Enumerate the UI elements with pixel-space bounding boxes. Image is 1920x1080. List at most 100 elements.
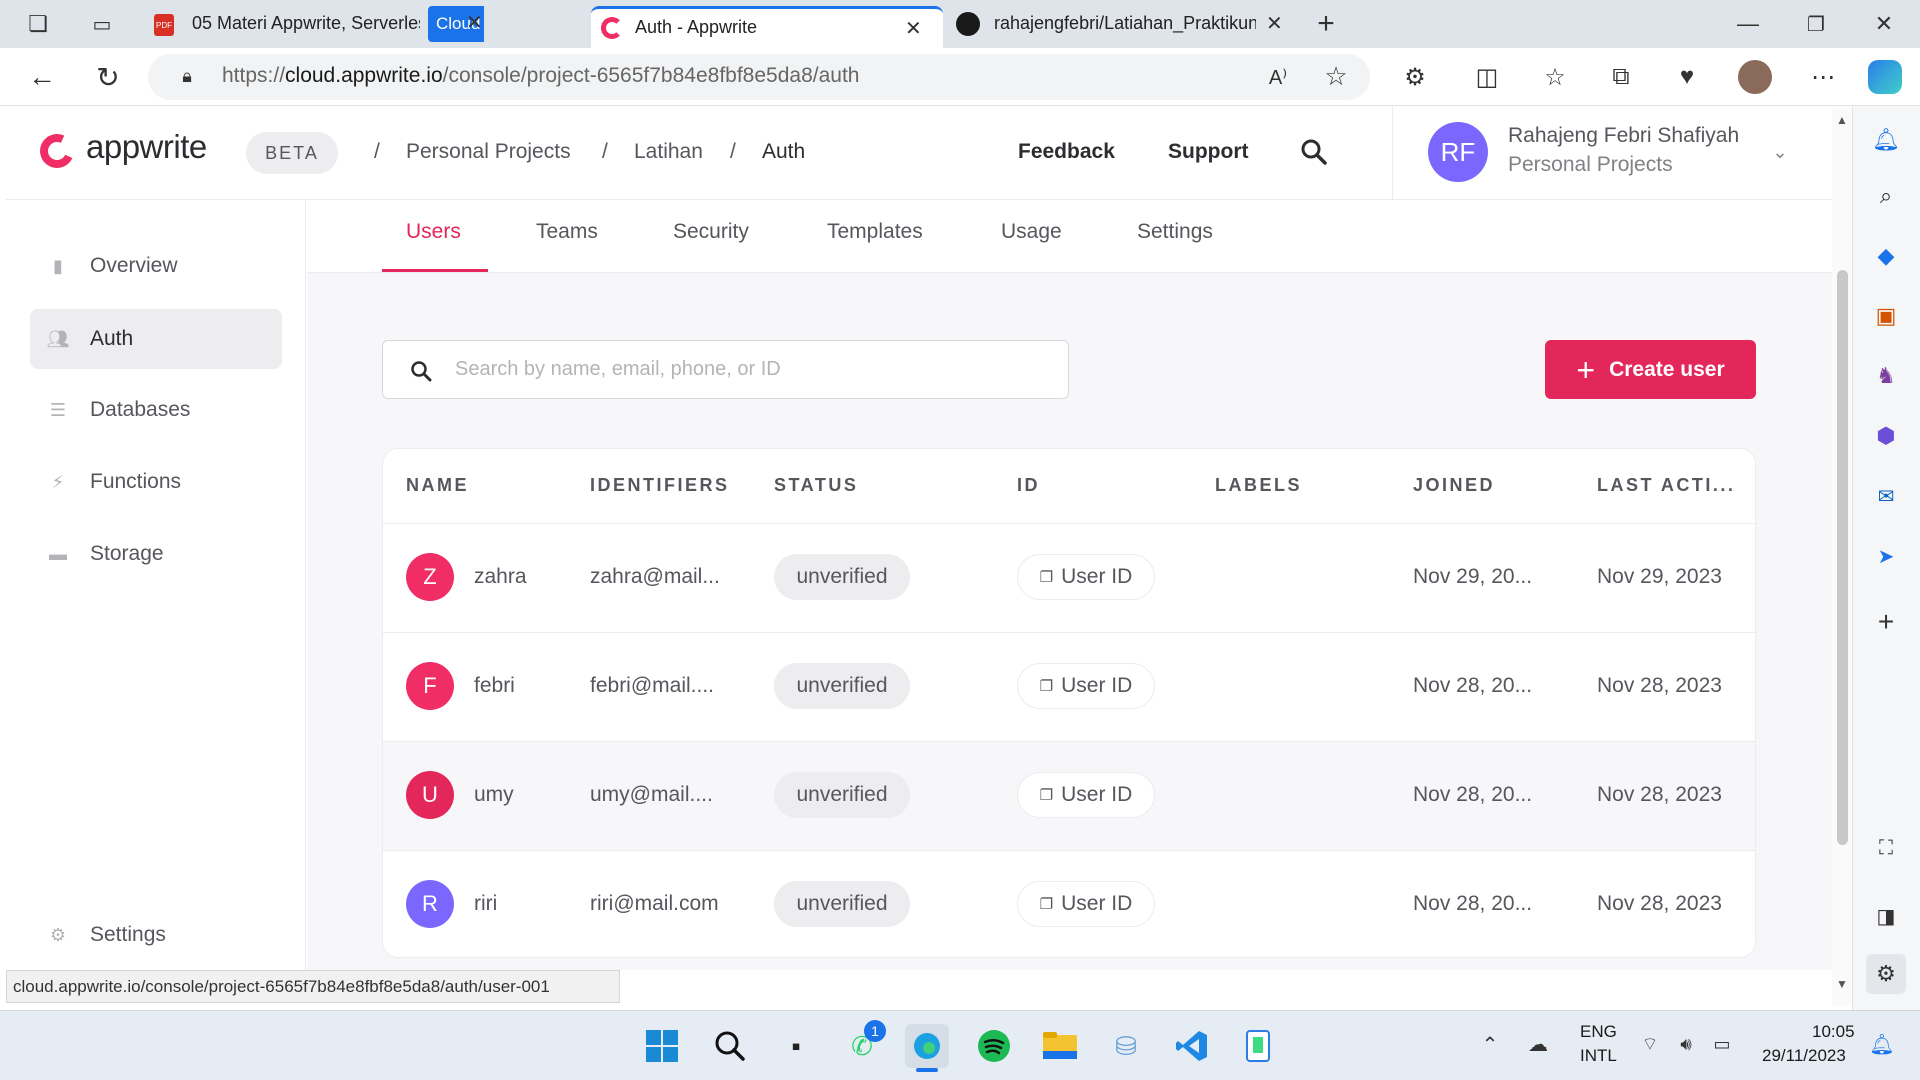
support-link[interactable]: Support xyxy=(1168,140,1248,164)
sidebar-item-settings[interactable]: ⚙ Settings xyxy=(30,905,282,965)
profile-avatar[interactable] xyxy=(1738,60,1772,94)
user-avatar[interactable]: RF xyxy=(1428,122,1488,182)
screenshot-icon[interactable]: ⛶ xyxy=(1870,832,1902,864)
tab-templates[interactable]: Templates xyxy=(827,220,923,244)
tab-teams[interactable]: Teams xyxy=(536,220,598,244)
favorites-icon[interactable]: ☆ xyxy=(1538,60,1572,94)
user-organization[interactable]: Personal Projects xyxy=(1508,153,1673,177)
bell-icon[interactable]: 🔔︎ xyxy=(1870,124,1902,156)
brand-name[interactable]: appwrite xyxy=(86,128,207,166)
search-icon[interactable] xyxy=(708,1024,752,1068)
breadcrumb-project[interactable]: Latihan xyxy=(634,140,703,164)
column-header-last-activity[interactable]: LAST ACTI... xyxy=(1597,475,1735,496)
spotify-icon[interactable] xyxy=(972,1024,1016,1068)
chevron-up-icon[interactable]: ⌃ xyxy=(1476,1030,1504,1058)
scroll-up-icon[interactable]: ▲ xyxy=(1834,112,1850,128)
sidebar-item-overview[interactable]: ▮ Overview xyxy=(30,236,282,296)
language-label[interactable]: ENG xyxy=(1580,1022,1617,1042)
volume-icon[interactable]: 🔊︎ xyxy=(1672,1030,1700,1058)
browser-tab-pdf[interactable]: PDF 05 Materi Appwrite, Serverless Ba Cl… xyxy=(150,6,484,42)
browser-tab-active[interactable]: Auth - Appwrite ✕ xyxy=(591,6,943,48)
windows-start-icon[interactable] xyxy=(640,1024,684,1068)
lock-icon[interactable]: 🔒︎ xyxy=(174,62,200,90)
android-studio-icon[interactable] xyxy=(1236,1024,1280,1068)
notification-bell-icon[interactable]: 🔔︎ xyxy=(1868,1030,1896,1058)
workspaces-icon[interactable]: ❏ xyxy=(22,10,54,38)
sidebar-toggle-icon[interactable]: ◨ xyxy=(1870,900,1902,932)
new-tab-icon[interactable]: + xyxy=(1308,6,1344,42)
close-icon[interactable]: ✕ xyxy=(466,10,483,35)
column-header-identifiers[interactable]: IDENTIFIERS xyxy=(590,475,730,496)
microsoft365-icon[interactable]: ⬢ xyxy=(1870,420,1902,452)
sidebar-item-functions[interactable]: ⚡︎ Functions xyxy=(30,452,282,512)
user-name[interactable]: zahra xyxy=(474,565,527,589)
favorite-star-icon[interactable]: ☆ xyxy=(1320,60,1352,92)
back-icon[interactable]: ← xyxy=(22,58,62,96)
wifi-icon[interactable]: ⌔ xyxy=(1636,1030,1664,1058)
outlook-icon[interactable]: ✉ xyxy=(1870,480,1902,512)
toolbox-icon[interactable]: ▣ xyxy=(1870,300,1902,332)
file-explorer-icon[interactable] xyxy=(1038,1024,1082,1068)
copy-id-button[interactable]: ❐ User ID xyxy=(1017,881,1155,927)
user-name[interactable]: riri xyxy=(474,892,497,916)
task-view-icon[interactable]: ▪ xyxy=(774,1024,818,1068)
scroll-down-icon[interactable]: ▼ xyxy=(1834,976,1850,992)
battery-icon[interactable]: ▭ xyxy=(1708,1030,1736,1058)
health-icon[interactable]: ♥ xyxy=(1670,60,1704,94)
search-icon[interactable]: ⌕ xyxy=(1870,180,1902,212)
games-icon[interactable]: ♞ xyxy=(1870,360,1902,392)
tab-settings[interactable]: Settings xyxy=(1137,220,1213,244)
sidebar-item-databases[interactable]: ☰ Databases xyxy=(30,380,282,440)
copy-id-button[interactable]: ❐ User ID xyxy=(1017,554,1155,600)
minimize-icon[interactable]: — xyxy=(1730,6,1766,42)
column-header-status[interactable]: STATUS xyxy=(774,475,858,496)
keyboard-layout-label[interactable]: INTL xyxy=(1580,1046,1617,1066)
column-header-joined[interactable]: JOINED xyxy=(1413,475,1495,496)
refresh-icon[interactable]: ↻ xyxy=(88,58,128,96)
user-name[interactable]: febri xyxy=(474,674,515,698)
tab-security[interactable]: Security xyxy=(673,220,749,244)
read-aloud-icon[interactable]: A⁾ xyxy=(1262,62,1294,92)
tab-actions-icon[interactable]: ▭ xyxy=(86,10,118,38)
more-icon[interactable]: ⋯ xyxy=(1806,60,1840,94)
cloud-offline-icon[interactable]: ☁ xyxy=(1522,1030,1554,1058)
vscode-icon[interactable] xyxy=(1170,1024,1214,1068)
search-input[interactable] xyxy=(455,341,1055,398)
user-name[interactable]: umy xyxy=(474,783,514,807)
create-user-button[interactable]: + Create user xyxy=(1545,340,1756,399)
clock-date[interactable]: 29/11/2023 xyxy=(1762,1046,1846,1066)
send-icon[interactable]: ➤ xyxy=(1870,540,1902,572)
copilot-icon[interactable] xyxy=(1868,60,1902,94)
collections-icon[interactable]: ⧉ xyxy=(1604,60,1638,94)
sidebar-item-auth[interactable]: 👥︎ Auth xyxy=(30,309,282,369)
extensions-icon[interactable]: ⚙ xyxy=(1398,60,1432,94)
tab-users[interactable]: Users xyxy=(406,220,461,244)
close-window-icon[interactable]: ✕ xyxy=(1866,6,1902,42)
column-header-labels[interactable]: LABELS xyxy=(1215,475,1302,496)
tab-usage[interactable]: Usage xyxy=(1001,220,1062,244)
copy-id-button[interactable]: ❐ User ID xyxy=(1017,663,1155,709)
search-field[interactable] xyxy=(382,340,1069,399)
column-header-id[interactable]: ID xyxy=(1017,475,1040,496)
gear-icon[interactable]: ⚙ xyxy=(1866,954,1906,994)
scrollbar-thumb[interactable] xyxy=(1837,270,1848,845)
sidebar-item-storage[interactable]: ▬ Storage xyxy=(30,524,282,584)
add-icon[interactable]: + xyxy=(1870,606,1902,638)
database-tool-icon[interactable]: ⛁ xyxy=(1104,1024,1148,1068)
browser-tab-github[interactable]: rahajengfebri/Latiahan_Praktikun ✕ xyxy=(952,6,1292,42)
split-screen-icon[interactable]: ◫ xyxy=(1470,60,1504,94)
close-icon[interactable]: ✕ xyxy=(905,16,922,41)
url-text[interactable]: https://cloud.appwrite.io/console/projec… xyxy=(222,64,859,88)
chevron-down-icon[interactable]: ⌄ xyxy=(1766,140,1794,164)
edge-icon[interactable] xyxy=(905,1024,949,1068)
clock-time[interactable]: 10:05 xyxy=(1812,1022,1855,1042)
close-icon[interactable]: ✕ xyxy=(1266,11,1283,36)
user-name[interactable]: Rahajeng Febri Shafiyah xyxy=(1508,124,1739,148)
feedback-link[interactable]: Feedback xyxy=(1018,140,1115,164)
restore-icon[interactable]: ❐ xyxy=(1798,6,1834,42)
breadcrumb-current[interactable]: Auth xyxy=(762,140,805,164)
column-header-name[interactable]: NAME xyxy=(406,475,469,496)
breadcrumb-org[interactable]: Personal Projects xyxy=(406,140,571,164)
shopping-tag-icon[interactable]: ◆ xyxy=(1870,240,1902,272)
search-icon[interactable] xyxy=(1298,136,1330,168)
